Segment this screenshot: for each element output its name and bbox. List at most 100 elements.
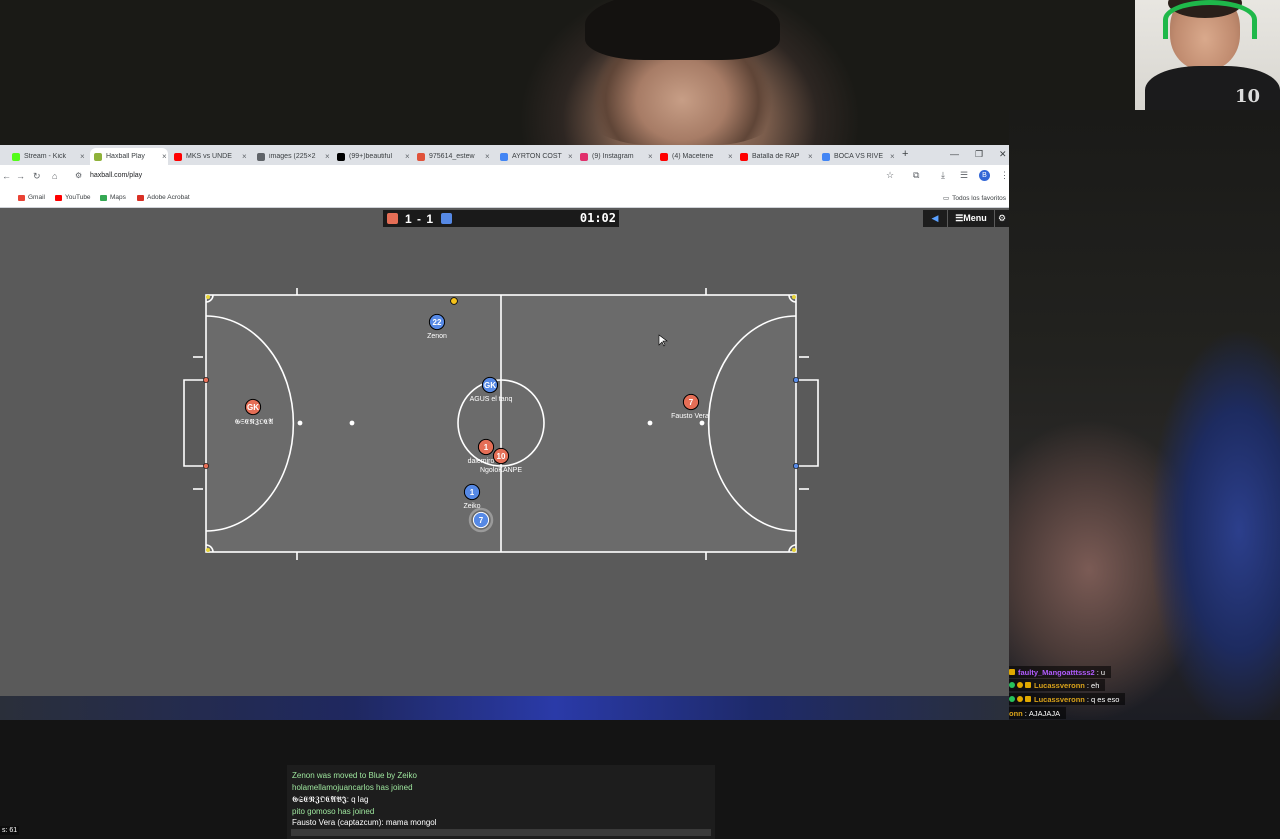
tab-close-icon[interactable]: × [890,152,895,161]
minimize-button[interactable]: — [950,149,959,159]
football-field[interactable]: 22 Zenon GK AGUS el tanq GK 𝕲𝕾𝕰𝕹𝖅𝕺𝕮𝕬 1 d… [0,208,1009,696]
tab-close-icon[interactable]: × [568,152,573,161]
tab-favicon-icon [257,152,265,161]
back-icon[interactable]: ← [2,171,11,181]
sub-badge-icon [1017,696,1023,702]
tab-2[interactable]: Haxball Play × [90,148,168,165]
tab-6[interactable]: 975614_estew × [413,148,491,165]
svg-text:10: 10 [497,452,506,461]
bookmark-maps[interactable]: Maps [100,194,126,201]
svg-text:𝕲𝕾𝕰𝕹𝖅𝕺𝕮𝕬: 𝕲𝕾𝕰𝕹𝖅𝕺𝕮𝕬 [235,419,274,426]
tab-close-icon[interactable]: × [80,152,85,161]
forward-icon[interactable]: → [16,171,25,181]
chat-text: AJAJAJA [1028,708,1061,718]
extensions-icon[interactable]: ⧉ [913,170,919,181]
svg-text:1: 1 [484,443,489,452]
tab-10[interactable]: Batalla de RAP × [736,148,814,165]
download-icon[interactable]: ⤓ [941,170,945,181]
tab-close-icon[interactable]: × [325,152,330,161]
tab-close-icon[interactable]: × [242,152,247,161]
chat-text: u [1100,667,1106,677]
sub-badge-icon [1009,669,1015,675]
haxball-game[interactable]: 22 Zenon GK AGUS el tanq GK 𝕲𝕾𝕰𝕹𝖅𝕺𝕮𝕬 1 d… [0,208,1009,839]
svg-text:GK: GK [484,381,496,390]
svg-text:Fausto Vera: Fausto Vera [671,413,709,420]
reload-icon[interactable]: ↻ [33,171,41,182]
tab-label: (4) Macetene [672,153,714,160]
corner-flag [206,548,210,552]
tab-close-icon[interactable]: × [405,152,410,161]
close-window-button[interactable]: ✕ [999,149,1007,160]
chat-username: faulty_Mangoatttsss2 [1018,667,1095,677]
home-icon[interactable]: ⌂ [52,171,57,181]
maximize-button[interactable]: ❐ [975,149,983,160]
tab-search-icon[interactable]: ☰ [960,170,968,181]
gift-badge-icon [1025,682,1031,688]
blue-team-icon [441,213,453,224]
settings-button[interactable]: ⚙ [995,210,1009,227]
bookmarks-bar: Gmail YouTube Maps Adobe Acrobat ▭ Todos … [0,187,1009,208]
tab-label: Haxball Play [106,153,145,160]
background-player-hair [585,0,780,60]
new-tab-button[interactable]: + [902,148,908,160]
verified-badge-icon [1009,682,1015,688]
stream-chat-message: Lucassveronn : eh [1009,679,1106,691]
address-bar[interactable]: haxball.com/play [90,172,142,179]
chat-text: eh [1091,680,1100,690]
profile-avatar[interactable]: B [979,170,990,181]
tab-4[interactable]: images (225×2 × [253,148,331,165]
tab-11[interactable]: BOCA VS RIVE × [818,148,896,165]
tab-8[interactable]: (9) Instagram × [576,148,654,165]
background-video-right [1009,110,1280,720]
tab-favicon-icon [12,152,20,161]
match-timer: 01:02 [579,211,616,225]
tab-close-icon[interactable]: × [728,152,733,161]
tab-favicon-icon [94,152,102,161]
tab-close-icon[interactable]: × [162,152,167,161]
chat-username: onn [1009,708,1023,718]
youtube-icon [55,194,62,201]
sub-badge-icon [1017,682,1023,688]
chat-text: q es eso [1091,694,1120,704]
svg-text:1: 1 [470,488,475,497]
tab-close-icon[interactable]: × [485,152,490,161]
site-info-icon[interactable]: ⚙ [75,171,82,180]
menu-button[interactable]: ☰Menu [948,210,994,227]
verified-badge-icon [1009,696,1015,702]
sound-toggle-button[interactable]: ◀ [923,210,947,227]
chat-input[interactable] [291,829,711,836]
blue-goal-post-bottom [793,463,799,469]
tab-close-icon[interactable]: × [648,152,653,161]
chat-message: Zenon was moved to Blue by Zeiko [292,771,417,780]
chat-username: Lucassveronn [1034,694,1085,704]
tab-3[interactable]: MKS vs UNDE × [170,148,248,165]
streamer-webcam: 10 [1135,0,1280,110]
stream-chat-message: onn : AJAJAJA [1009,707,1067,719]
svg-text:AGUS el tanq: AGUS el tanq [470,396,513,403]
tab-favicon-icon [417,152,425,161]
corner-flag [206,295,210,299]
all-favorites[interactable]: ▭ Todos los favoritos [943,194,1006,203]
svg-text:7: 7 [689,398,694,407]
tab-7[interactable]: AYRTON COST × [496,148,574,165]
chat-username: Lucassveronn [1034,680,1085,690]
tab-1[interactable]: Stream - Kick × [8,148,86,165]
bookmark-gmail[interactable]: Gmail [18,194,45,201]
bookmark-adobe-acrobat[interactable]: Adobe Acrobat [137,194,190,201]
bookmark-youtube[interactable]: YouTube [55,194,91,201]
corner-flag [792,295,796,299]
scoreboard: 1 - 1 01:02 [383,210,619,227]
speaker-icon: ◀ [931,213,939,223]
tab-9[interactable]: (4) Macetene × [656,148,734,165]
webcam-shirt-number: 10 [1235,86,1261,107]
gmail-icon [18,194,25,201]
svg-text:NgoloKANPE: NgoloKANPE [480,467,522,474]
browser-window: Stream - Kick × Haxball Play × MKS vs UNDE × i… [0,145,1009,839]
blue-goal-post-top [793,377,799,383]
player-disc: 1 Zeiko [463,483,481,510]
browser-menu-icon[interactable]: ⋮ [1000,170,1009,181]
svg-text:dalemiro: dalemiro [468,458,495,465]
tab-close-icon[interactable]: × [808,152,813,161]
bookmark-star-icon[interactable]: ☆ [886,170,894,181]
tab-5[interactable]: (99+)beautiful × [333,148,411,165]
